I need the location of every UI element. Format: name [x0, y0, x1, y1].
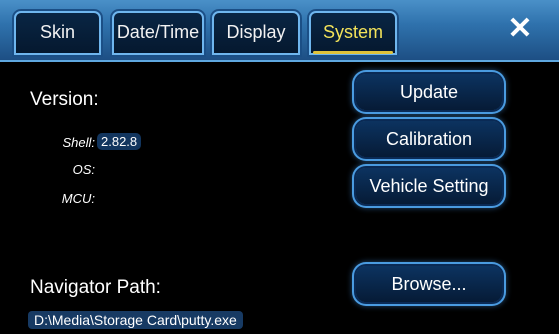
vehicle-setting-button[interactable]: Vehicle Setting	[356, 168, 502, 204]
browse-button[interactable]: Browse...	[356, 266, 502, 302]
system-settings-screen: Skin Date/Time Display System ✕ Version:…	[0, 0, 559, 334]
update-button[interactable]: Update	[356, 74, 502, 110]
shell-label: Shell:	[62, 135, 95, 150]
navigator-path-heading: Navigator Path:	[30, 277, 161, 298]
tab-system[interactable]: System	[307, 9, 399, 57]
version-heading: Version:	[30, 89, 99, 110]
tab-bar: Skin Date/Time Display System ✕	[0, 0, 559, 62]
tab-date-time[interactable]: Date/Time	[110, 9, 206, 57]
shell-version-value: 2.82.8	[97, 133, 142, 150]
close-icon[interactable]: ✕	[503, 12, 537, 46]
mcu-label: MCU:	[61, 191, 95, 206]
tab-display[interactable]: Display	[210, 9, 302, 57]
calibration-button[interactable]: Calibration	[356, 121, 502, 157]
os-label: OS:	[72, 162, 95, 177]
tab-skin[interactable]: Skin	[12, 9, 103, 57]
navigator-path-value: D:\Media\Storage Card\putty.exe	[28, 311, 243, 329]
